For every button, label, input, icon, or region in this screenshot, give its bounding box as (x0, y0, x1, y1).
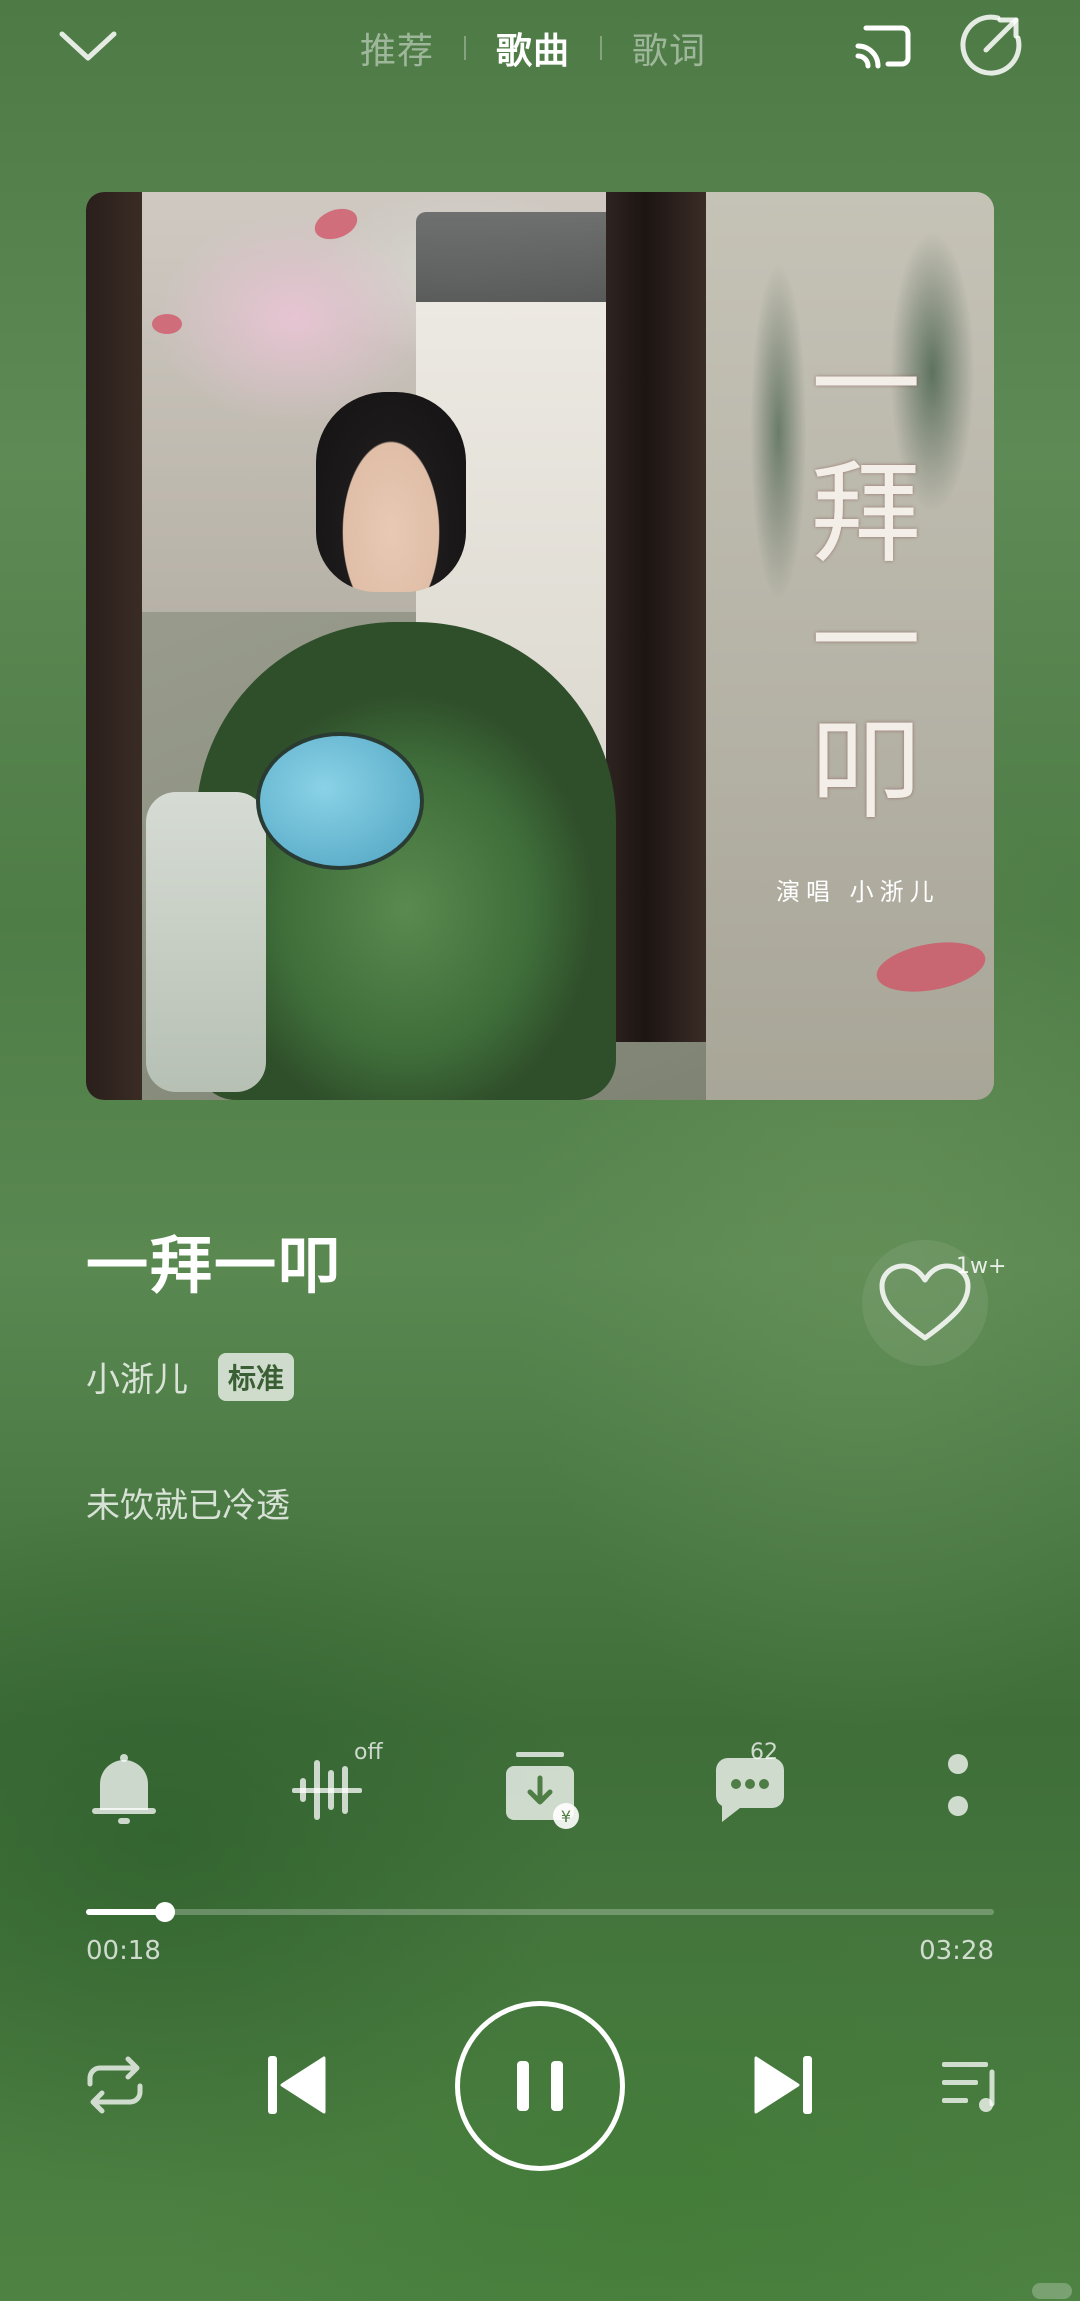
total-time: 03:28 (919, 1936, 994, 1966)
watermark-badge (1032, 2283, 1072, 2299)
artist-name[interactable]: 小浙儿 (86, 1352, 188, 1401)
tab-lyrics[interactable]: 歌词 (602, 22, 736, 74)
cover-title-char: 拜 (811, 450, 921, 578)
cover-head (316, 392, 466, 592)
like-count: 1w+ (956, 1254, 1007, 1279)
playlist-button[interactable] (936, 2050, 1006, 2120)
progress-fill (86, 1909, 165, 1915)
current-lyric-line[interactable]: 未饮就已冷透 (86, 1478, 290, 1527)
ringtone-button[interactable] (74, 1740, 174, 1840)
skip-previous-icon (268, 2056, 326, 2114)
top-tab-bar: 推荐 歌曲 歌词 (330, 18, 736, 78)
share-icon (960, 14, 1022, 76)
progress-thumb[interactable] (154, 1902, 175, 1922)
download-button[interactable]: ¥ (490, 1740, 590, 1840)
cover-title-char: 一 (811, 578, 921, 706)
cast-button[interactable] (852, 20, 912, 72)
next-button[interactable] (748, 2050, 818, 2120)
cover-fan (256, 732, 424, 870)
cover-sleeve (146, 792, 266, 1092)
comment-count-badge: 62 (750, 1740, 778, 1765)
bell-icon (92, 1754, 156, 1824)
cover-window-frame-left (86, 192, 142, 1100)
play-pause-button[interactable] (455, 2001, 625, 2171)
cover-title-art: 一 拜 一 叩 (786, 322, 946, 834)
cover-singer-credit: 演唱 小浙儿 (776, 878, 940, 906)
more-button[interactable] (908, 1740, 1008, 1840)
repeat-mode-button[interactable] (80, 2050, 150, 2120)
collapse-button[interactable] (56, 20, 120, 70)
pause-icon (517, 2061, 563, 2111)
cover-petal (152, 314, 182, 334)
cover-title-char: 叩 (811, 706, 921, 834)
cover-title-char: 一 (811, 322, 921, 450)
tab-song[interactable]: 歌曲 (466, 22, 600, 74)
playlist-icon (942, 2062, 995, 2112)
album-cover[interactable]: 一 拜 一 叩 演唱 小浙儿 (86, 192, 994, 1100)
cast-icon (855, 25, 911, 69)
cover-window-frame (606, 192, 706, 1042)
skip-next-icon (754, 2056, 812, 2114)
artist-row: 小浙儿 标准 (86, 1352, 295, 1401)
current-time: 00:18 (86, 1936, 161, 1966)
tab-recommend[interactable]: 推荐 (330, 22, 464, 74)
progress-slider[interactable] (86, 1902, 994, 1922)
repeat-icon (87, 2056, 143, 2114)
sound-effect-state-badge: off (354, 1740, 383, 1765)
quality-badge[interactable]: 标准 (218, 1352, 295, 1401)
song-title: 一拜一叩 (86, 1229, 343, 1302)
more-icon (948, 1754, 968, 1816)
download-icon: ¥ (506, 1752, 579, 1829)
chevron-down-icon (59, 31, 117, 61)
previous-button[interactable] (262, 2050, 332, 2120)
svg-text:¥: ¥ (561, 1807, 571, 1826)
share-button[interactable] (958, 12, 1024, 78)
